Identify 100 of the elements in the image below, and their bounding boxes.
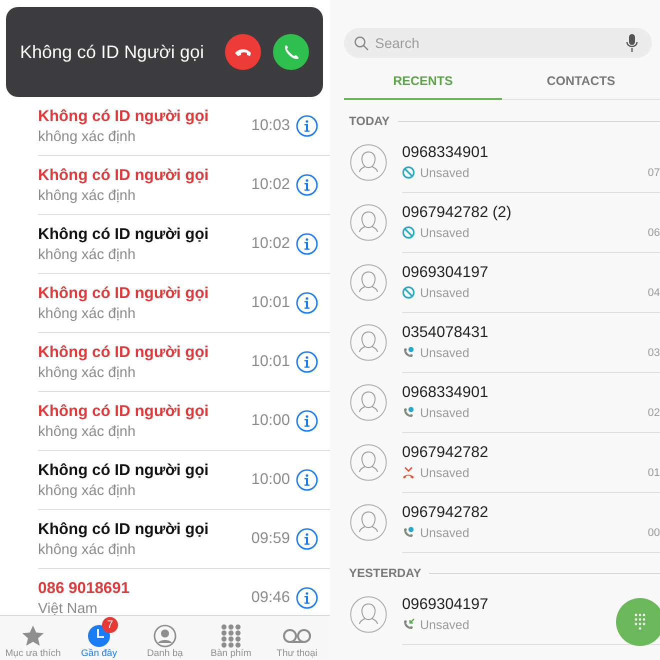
phone-number: 0968334901 [402, 384, 488, 402]
call-time: 10:02 [251, 235, 290, 253]
call-time: 10:01 [251, 353, 290, 371]
tab[interactable]: CONTACTS [502, 64, 660, 100]
info-icon[interactable] [296, 233, 318, 255]
call-time: 03 [648, 346, 660, 358]
caller-name: Không có ID người gọi [38, 462, 210, 480]
tab-bar-item[interactable]: Thư thoại [264, 616, 330, 660]
call-time: 09:59 [251, 530, 290, 548]
avatar-icon [350, 144, 387, 180]
caller-detail: không xác định [38, 188, 137, 204]
caller-detail: không xác định [38, 542, 137, 558]
caller-name: Không có ID người gọi [38, 108, 210, 126]
info-icon[interactable] [296, 528, 318, 550]
missed-call-icon [402, 466, 415, 479]
contact-status: Unsaved [420, 226, 470, 240]
keypad-icon [220, 624, 242, 648]
tab-label: Thư thoại [276, 648, 318, 659]
contact-status: Unsaved [420, 346, 470, 360]
caller-name: Không có ID người gọi [38, 520, 210, 538]
decline-button[interactable] [225, 34, 261, 70]
tab-bar-item[interactable]: Danh bạ [132, 616, 198, 660]
blocked-call-icon [402, 346, 415, 359]
call-time: 07 [648, 166, 660, 178]
phone-number: 0967942782 (2) [402, 204, 512, 222]
contact-status: Unsaved [420, 466, 470, 480]
call-time: 10:00 [251, 471, 290, 489]
call-time: 02 [648, 406, 660, 418]
hang-up-icon [234, 47, 252, 57]
tab-bar-item[interactable]: Bàn phím [198, 616, 264, 660]
star-icon [20, 624, 46, 648]
microphone-icon[interactable] [626, 34, 638, 52]
tab-bar-item[interactable]: Mục ưa thích [0, 616, 66, 660]
call-time: 00 [648, 526, 660, 538]
section-header: YESTERDAY [349, 566, 422, 580]
contact-status: Unsaved [420, 406, 470, 420]
info-icon[interactable] [296, 410, 318, 432]
caller-detail: không xác định [38, 364, 137, 380]
avatar-icon [350, 504, 387, 540]
avatar-icon [350, 384, 387, 420]
count-badge: 7 [102, 617, 118, 633]
contact-status: Unsaved [420, 166, 470, 180]
tab-label: Gần đây [81, 648, 117, 659]
caller-name: Không có ID Người gọi [20, 42, 205, 62]
block-icon [402, 166, 415, 179]
info-icon[interactable] [296, 115, 318, 137]
call-time: 01 [648, 466, 660, 478]
phone-number: 0969304197 [402, 264, 488, 282]
avatar-icon [350, 444, 387, 480]
call-time: 10:03 [251, 117, 290, 135]
call-time: 04 [648, 286, 660, 298]
avatar-icon [350, 596, 387, 632]
call-time: 10:00 [251, 412, 290, 430]
caller-detail: không xác định [38, 306, 137, 322]
block-icon [402, 226, 415, 239]
phone-number: 0967942782 [402, 504, 488, 522]
tab-label: Bàn phím [210, 648, 252, 659]
contact-status: Unsaved [420, 618, 470, 632]
phone-number: 0354078431 [402, 324, 488, 342]
blocked-call-icon [402, 526, 415, 539]
tab-label: Danh bạ [147, 648, 183, 659]
call-time: 10:01 [251, 294, 290, 312]
info-icon[interactable] [296, 587, 318, 609]
phone-number: 0967942782 [402, 444, 488, 462]
avatar-icon [350, 204, 387, 240]
tab-bar-item[interactable]: 7 Gần đây [66, 616, 132, 660]
caller-detail: Việt Nam [38, 600, 98, 615]
info-icon[interactable] [296, 292, 318, 314]
call-time: 10:02 [251, 176, 290, 194]
dialpad-button[interactable] [616, 598, 660, 646]
search-field[interactable]: Search [344, 28, 652, 58]
call-time: 09:46 [251, 589, 290, 607]
section-header: TODAY [349, 114, 390, 128]
phone-number: 0968334901 [402, 144, 488, 162]
person-icon [153, 624, 177, 648]
caller-detail: không xác định [38, 246, 137, 262]
blocked-call-icon [402, 406, 415, 419]
info-icon[interactable] [296, 174, 318, 196]
caller-name: Không có ID người gọi [38, 402, 210, 420]
phone-number: 0969304197 [402, 596, 488, 614]
tab-label: Mục ưa thích [5, 648, 61, 659]
block-icon [402, 286, 415, 299]
phone-icon [283, 44, 299, 60]
caller-detail: không xác định [38, 482, 137, 498]
avatar-icon [350, 324, 387, 360]
info-icon[interactable] [296, 469, 318, 491]
tab[interactable]: RECENTS [344, 64, 502, 100]
caller-name: 086 9018691 [38, 580, 131, 598]
info-icon[interactable] [296, 351, 318, 373]
contact-status: Unsaved [420, 286, 470, 300]
incoming-call-icon [402, 618, 415, 631]
avatar-icon [350, 264, 387, 300]
caller-detail: không xác định [38, 424, 137, 440]
call-time: 06 [648, 226, 660, 238]
contact-status: Unsaved [420, 526, 470, 540]
caller-name: Không có ID người gọi [38, 226, 210, 244]
caller-detail: không xác định [38, 128, 137, 144]
caller-name: Không có ID người gọi [38, 284, 210, 302]
answer-button[interactable] [273, 34, 309, 70]
caller-name: Không có ID người gọi [38, 344, 210, 362]
